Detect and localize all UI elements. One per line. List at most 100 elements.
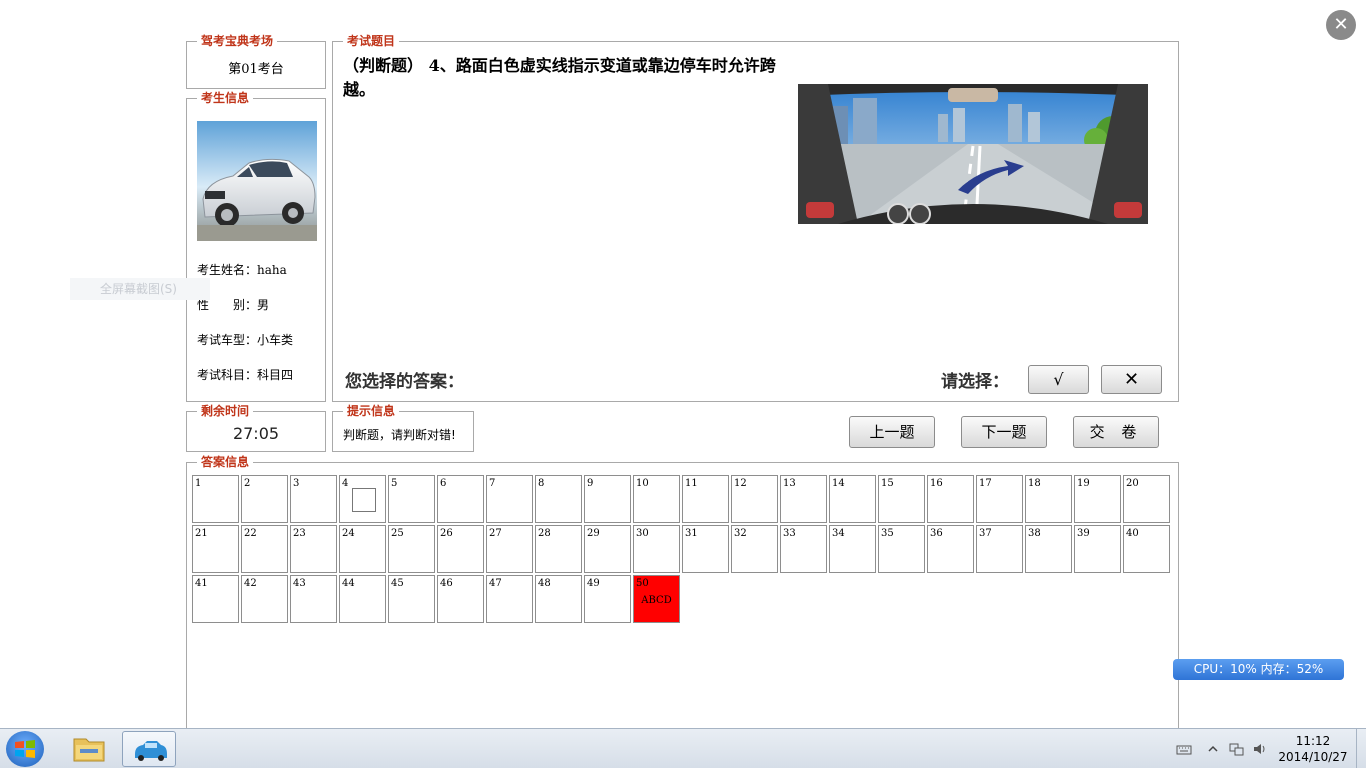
answer-cell-33[interactable]: 33	[780, 525, 827, 573]
examinee-photo	[197, 121, 317, 241]
answer-cell-8[interactable]: 8	[535, 475, 582, 523]
hint-panel: 提示信息 判断题，请判断对错!	[332, 403, 474, 452]
submit-exam-button[interactable]: 交 卷	[1073, 416, 1159, 448]
answer-cell-number: 37	[979, 528, 992, 539]
station-panel: 驾考宝典考场 第01考台	[186, 33, 326, 89]
answer-cell-50[interactable]: 50 ABCD	[633, 575, 680, 623]
car-app-icon	[135, 741, 167, 761]
answer-cell-40[interactable]: 40	[1123, 525, 1170, 573]
answer-cell-31[interactable]: 31	[682, 525, 729, 573]
examinee-name-row: 考生姓名：haha	[197, 261, 287, 278]
answer-cell-number: 17	[979, 478, 992, 489]
examinee-name-value: haha	[257, 263, 287, 277]
answer-cell-35[interactable]: 35	[878, 525, 925, 573]
station-name: 第01考台	[228, 62, 284, 77]
answer-cell-1[interactable]: 1	[192, 475, 239, 523]
answer-cell-4[interactable]: 4	[339, 475, 386, 523]
answer-cell-17[interactable]: 17	[976, 475, 1023, 523]
answer-cell-47[interactable]: 47	[486, 575, 533, 623]
answer-cell-49[interactable]: 49	[584, 575, 631, 623]
folder-icon	[73, 738, 105, 762]
answer-cell-5[interactable]: 5	[388, 475, 435, 523]
taskbar-explorer[interactable]	[62, 731, 116, 767]
answer-cell-25[interactable]: 25	[388, 525, 435, 573]
answer-cell-11[interactable]: 11	[682, 475, 729, 523]
start-button[interactable]	[6, 731, 44, 767]
answer-cell-28[interactable]: 28	[535, 525, 582, 573]
windows-logo-icon	[15, 740, 35, 758]
answer-cell-19[interactable]: 19	[1074, 475, 1121, 523]
answer-cell-12[interactable]: 12	[731, 475, 778, 523]
answer-cell-22[interactable]: 22	[241, 525, 288, 573]
answer-cell-43[interactable]: 43	[290, 575, 337, 623]
answer-cell-mark	[352, 488, 376, 512]
answer-cell-26[interactable]: 26	[437, 525, 484, 573]
answer-cell-number: 29	[587, 528, 600, 539]
true-button[interactable]: √	[1028, 365, 1089, 394]
answer-cell-number: 43	[293, 578, 306, 589]
answer-cell-number: 33	[783, 528, 796, 539]
network-icon[interactable]	[1228, 741, 1244, 757]
answer-cell-16[interactable]: 16	[927, 475, 974, 523]
answer-cell-number: 13	[783, 478, 796, 489]
answer-cell-18[interactable]: 18	[1025, 475, 1072, 523]
answer-cell-48[interactable]: 48	[535, 575, 582, 623]
answer-cell-38[interactable]: 38	[1025, 525, 1072, 573]
answer-cell-20[interactable]: 20	[1123, 475, 1170, 523]
examinee-legend: 考生信息	[197, 90, 254, 106]
keyboard-icon[interactable]	[1176, 741, 1192, 757]
show-desktop-button[interactable]	[1356, 729, 1366, 768]
answer-cell-41[interactable]: 41	[192, 575, 239, 623]
timer-value: 27:05	[232, 424, 280, 443]
hint-legend: 提示信息	[343, 403, 400, 419]
answer-cell-number: 22	[244, 528, 257, 539]
examinee-subject-value: 科目四	[257, 368, 294, 382]
false-button[interactable]: ✕	[1101, 365, 1162, 394]
answer-cell-number: 36	[930, 528, 943, 539]
taskbar-exam-app[interactable]	[122, 731, 176, 767]
answer-cell-number: 11	[685, 478, 698, 489]
answer-cell-27[interactable]: 27	[486, 525, 533, 573]
answer-cell-24[interactable]: 24	[339, 525, 386, 573]
answer-cell-30[interactable]: 30	[633, 525, 680, 573]
answer-cell-number: 48	[538, 578, 551, 589]
answer-cell-15[interactable]: 15	[878, 475, 925, 523]
answer-cell-number: 19	[1077, 478, 1090, 489]
answer-cell-14[interactable]: 14	[829, 475, 876, 523]
answer-cell-21[interactable]: 21	[192, 525, 239, 573]
answer-cell-45[interactable]: 45	[388, 575, 435, 623]
answer-cell-number: 2	[244, 478, 251, 489]
answer-cell-9[interactable]: 9	[584, 475, 631, 523]
answer-cell-46[interactable]: 46	[437, 575, 484, 623]
answer-cell-10[interactable]: 10	[633, 475, 680, 523]
answer-cell-3[interactable]: 3	[290, 475, 337, 523]
answer-cell-2[interactable]: 2	[241, 475, 288, 523]
answer-cell-37[interactable]: 37	[976, 525, 1023, 573]
close-button[interactable]: ✕	[1326, 10, 1356, 40]
examinee-subject-row: 考试科目：科目四	[197, 366, 293, 383]
answer-cell-34[interactable]: 34	[829, 525, 876, 573]
answer-cell-number: 5	[391, 478, 398, 489]
examinee-gender-label: 性 别：	[197, 298, 258, 312]
answer-cell-number: 26	[440, 528, 453, 539]
answer-cell-number: 12	[734, 478, 747, 489]
answer-cell-number: 15	[881, 478, 894, 489]
answer-cell-32[interactable]: 32	[731, 525, 778, 573]
answer-cell-44[interactable]: 44	[339, 575, 386, 623]
answer-cell-number: 24	[342, 528, 355, 539]
examinee-gender-value: 男	[257, 298, 270, 312]
answer-cell-7[interactable]: 7	[486, 475, 533, 523]
taskbar-clock[interactable]: 11:12 2014/10/27	[1276, 733, 1350, 765]
answer-cell-number: 8	[538, 478, 545, 489]
answer-cell-13[interactable]: 13	[780, 475, 827, 523]
answer-cell-23[interactable]: 23	[290, 525, 337, 573]
answer-cell-6[interactable]: 6	[437, 475, 484, 523]
answer-cell-42[interactable]: 42	[241, 575, 288, 623]
answer-cell-39[interactable]: 39	[1074, 525, 1121, 573]
answer-cell-29[interactable]: 29	[584, 525, 631, 573]
next-question-button[interactable]: 下一题	[961, 416, 1047, 448]
answer-cell-36[interactable]: 36	[927, 525, 974, 573]
volume-icon[interactable]	[1252, 741, 1268, 757]
chevron-up-icon[interactable]	[1205, 741, 1221, 757]
prev-question-button[interactable]: 上一题	[849, 416, 935, 448]
